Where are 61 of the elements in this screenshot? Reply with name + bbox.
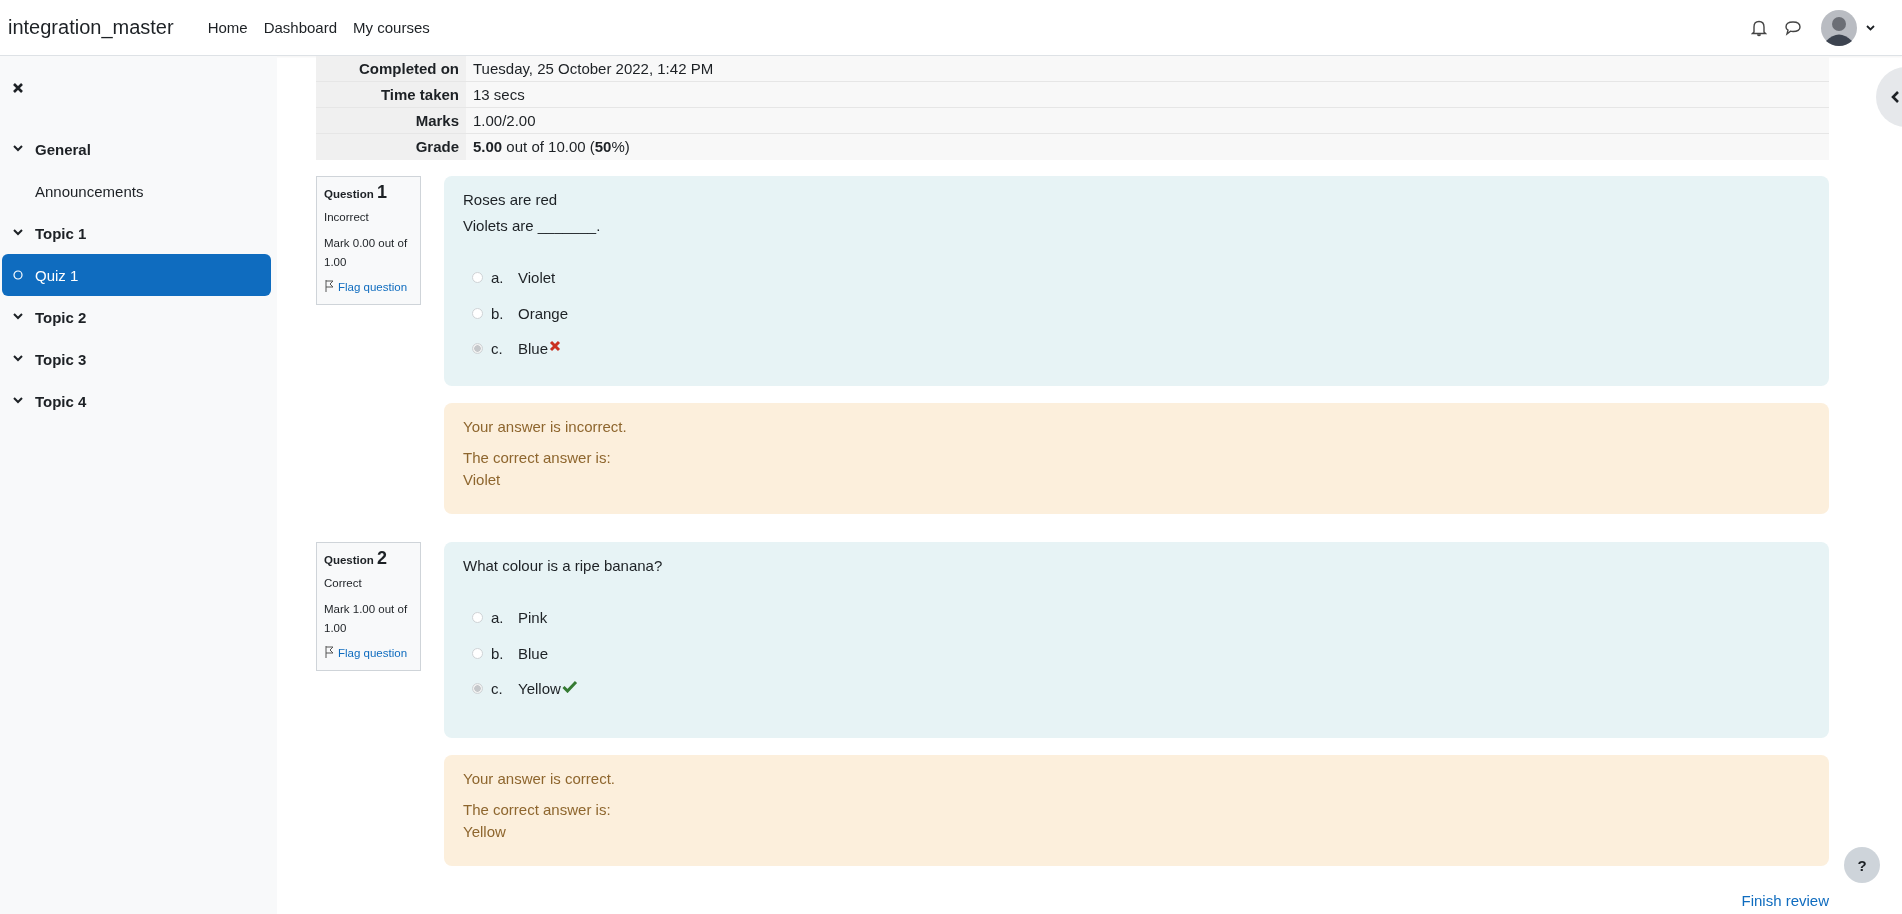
check-icon	[561, 680, 578, 693]
chat-icon[interactable]	[1784, 19, 1802, 36]
chevron-left-icon	[1890, 90, 1900, 104]
question-mark: Mark 0.00 out of 1.00	[324, 236, 409, 270]
table-header-cell: Time taken	[316, 82, 466, 107]
option-letter: a.	[491, 269, 505, 287]
feedback-text: The correct answer is:	[463, 448, 612, 468]
option-text: Orange	[518, 304, 569, 322]
caret-icon[interactable]	[1866, 24, 1875, 31]
table-cell: 1.00/2.00	[466, 108, 1829, 133]
help-button[interactable]: ?	[1844, 847, 1880, 883]
table-header-cell: Grade	[316, 134, 466, 160]
table-header-cell: Completed on	[316, 56, 466, 81]
question-text: Violets are _______.	[463, 216, 602, 236]
sidebar-item[interactable]: Topic 1	[2, 212, 271, 254]
sidebar-item[interactable]: General	[2, 128, 271, 170]
nav-link[interactable]: Home	[207, 19, 248, 36]
circle-icon	[13, 270, 23, 280]
option-letter: a.	[491, 609, 505, 627]
question-state: Incorrect	[324, 210, 370, 225]
option-text: Blue	[518, 340, 549, 358]
table-cell: Tuesday, 25 October 2022, 1:42 PM	[466, 56, 1829, 81]
option-text: Violet	[518, 269, 556, 287]
feedback-text: Your answer is incorrect.	[463, 417, 628, 437]
question-number: Question 1	[324, 183, 389, 204]
question-state: Correct	[324, 576, 363, 591]
flag-question-link[interactable]: Flag question	[324, 278, 417, 297]
feedback-text: The correct answer is:	[463, 800, 612, 820]
cross-icon	[549, 340, 562, 352]
option-letter: b.	[491, 304, 505, 322]
sidebar-item[interactable]: Announcements	[2, 170, 271, 212]
option-text: Yellow	[518, 680, 561, 698]
option-letter: b.	[491, 644, 505, 662]
sidebar-item[interactable]: Topic 3	[2, 338, 271, 380]
correct-answer-text: Violet	[463, 470, 502, 490]
table-cell: 13 secs	[466, 82, 1829, 107]
question-mark: Mark 1.00 out of 1.00	[324, 602, 409, 636]
question-text: Roses are red	[463, 190, 559, 210]
question-number: Question 2	[324, 549, 389, 570]
feedback-text: Your answer is correct.	[463, 769, 616, 789]
site-name[interactable]: integration_master	[8, 16, 174, 39]
bell-icon[interactable]	[1751, 18, 1767, 37]
table-header-cell: Marks	[316, 108, 466, 133]
option-text: Pink	[518, 609, 548, 627]
sidebar-item[interactable]: Topic 4	[2, 380, 271, 422]
correct-answer-text: Yellow	[463, 822, 507, 842]
nav-link[interactable]: My courses	[353, 19, 430, 36]
sidebar-item[interactable]: Quiz 1	[2, 254, 271, 296]
option-text: Blue	[518, 644, 549, 662]
finish-review-link[interactable]: Finish review	[1741, 892, 1829, 909]
flag-icon	[324, 645, 334, 659]
option-letter: c.	[491, 680, 504, 698]
close-icon[interactable]	[12, 82, 24, 94]
flag-question-link[interactable]: Flag question	[324, 644, 417, 663]
table-cell: 5.00 out of 10.00 (50%)	[466, 134, 1829, 160]
nav-link[interactable]: Dashboard	[263, 19, 338, 36]
flag-icon	[324, 279, 334, 293]
sidebar-item[interactable]: Topic 2	[2, 296, 271, 338]
option-letter: c.	[491, 340, 504, 358]
avatar-icon[interactable]	[1821, 9, 1857, 46]
question-text: What colour is a ripe banana?	[463, 556, 664, 576]
